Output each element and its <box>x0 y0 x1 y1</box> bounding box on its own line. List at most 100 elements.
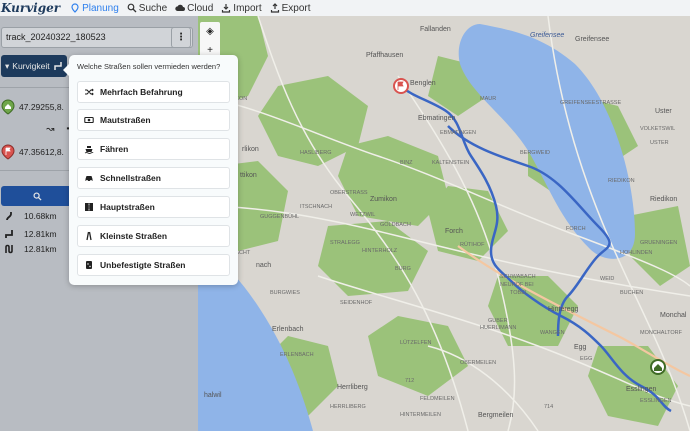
avoid-option-repeat-roads[interactable]: Mehrfach Befahrung <box>77 81 230 103</box>
route-icon <box>5 230 13 238</box>
nav-planung[interactable]: Planung <box>70 3 119 14</box>
map-label: BURGWIES <box>270 290 300 296</box>
map-label: BUCHEN <box>620 290 644 296</box>
map-label: RÜTIHOF <box>460 242 485 248</box>
avoid-option-unpaved-roads[interactable]: Unbefestigte Straßen <box>77 254 230 276</box>
map-label: nach <box>256 262 272 269</box>
more-options-button[interactable]: ⋮ <box>171 27 191 48</box>
map-label: Pfaffhausen <box>366 52 404 59</box>
nav-import[interactable]: Import <box>221 2 262 14</box>
map-canvas[interactable] <box>198 16 690 431</box>
nav-suche-label: Suche <box>138 2 168 14</box>
map-label: BURG <box>395 266 411 272</box>
map-label: TOBEL <box>510 290 528 296</box>
map-label: RIEDIKON <box>608 178 635 184</box>
avoid-roads-popover: Welche Straßen sollen vermieden werden? … <box>63 55 238 285</box>
nav-cloud[interactable]: Cloud <box>175 3 213 14</box>
map-label: MAUR <box>480 96 497 102</box>
map-label: halwil <box>204 392 222 399</box>
map-label: OBERSTRASS <box>330 190 368 196</box>
map-label: SCHWABACH <box>500 274 536 280</box>
map-label: Fallanden <box>420 26 451 33</box>
stat-curvy: 10.68km <box>4 209 57 223</box>
cloud-icon <box>175 4 186 11</box>
chevron-down-icon: ▾ <box>5 60 10 71</box>
map-label: Benglen <box>410 80 436 87</box>
map-label: GUBER <box>488 318 508 324</box>
map-label: VOLKETSWIL <box>640 126 676 132</box>
map-label: Egg <box>574 344 587 351</box>
map-label: KALTENSTEIN <box>432 160 470 166</box>
map-label: 714 <box>544 404 554 410</box>
map-label: Herrliberg <box>337 384 368 391</box>
stat-route: 12.81km <box>4 227 57 241</box>
map-label: GRUENINGEN <box>640 240 678 246</box>
shuffle-icon <box>85 88 94 96</box>
map-label: EBMATINGEN <box>440 130 476 136</box>
map-label: STRALEGG <box>330 240 360 246</box>
stat-curvy-value: 10.68km <box>24 211 57 221</box>
map-label: GUGGENBÜHL <box>260 214 300 220</box>
avoid-option-expressways[interactable]: Schnellstraßen <box>77 167 230 189</box>
route-start-marker[interactable] <box>650 359 666 375</box>
map-label: WEID <box>600 276 615 282</box>
kebab-icon: ⋮ <box>176 32 186 43</box>
map-label: BERGWEID <box>520 150 550 156</box>
nav-suche[interactable]: Suche <box>127 3 167 14</box>
stat-winding-value: 12.81km <box>24 244 57 254</box>
map-label: FELDMEILEN <box>420 396 455 402</box>
home-marker-icon <box>1 99 15 115</box>
popover-title: Welche Straßen sollen vermieden werden? <box>77 62 221 71</box>
curvy-road-icon <box>53 62 62 70</box>
map-label: Uster <box>655 108 672 115</box>
avoid-option-label: Mehrfach Befahrung <box>100 87 183 97</box>
map-label: GOLDBACH <box>380 222 411 228</box>
map-label: OBERMEILEN <box>460 360 497 366</box>
stat-winding: 12.81km <box>4 242 57 256</box>
unpaved-road-icon <box>86 261 92 269</box>
import-icon <box>222 4 231 13</box>
search-route-button[interactable] <box>1 186 73 206</box>
avoid-option-main-roads[interactable]: Hauptstraßen <box>77 196 230 218</box>
avoid-option-ferries[interactable]: Fähren <box>77 138 230 160</box>
map-label: Greifensee <box>575 36 610 43</box>
popover-arrow <box>63 64 69 76</box>
waypoint-start-coords: 47.29255,8. <box>19 102 64 112</box>
map-view[interactable] <box>198 16 690 431</box>
map-label: rlikon <box>242 146 259 153</box>
nav-planung-label: Planung <box>82 2 119 14</box>
map-label: HASLIBERG <box>300 150 332 156</box>
map-label: Forch <box>445 228 463 235</box>
route-mode-button[interactable]: ▾ Kurvigkeit <box>1 55 67 77</box>
avoid-option-toll-roads[interactable]: Mautstraßen <box>77 109 230 131</box>
map-label: Bergmeilen <box>478 412 514 419</box>
route-arrow-icon: ↝ <box>46 124 55 135</box>
route-end-marker[interactable] <box>393 78 409 94</box>
top-navigation: Kurviger Planung Suche Cloud Import Expo… <box>0 0 690 16</box>
map-pin-icon <box>71 3 79 13</box>
avoid-option-label: Unbefestigte Straßen <box>100 260 186 270</box>
app-logo[interactable]: Kurviger <box>1 1 60 15</box>
winding-road-icon <box>5 244 13 254</box>
map-label: ttikon <box>240 172 257 179</box>
avoid-option-smallest-roads[interactable]: Kleinste Straßen <box>77 225 230 247</box>
search-icon <box>127 3 137 13</box>
map-label: FORCH <box>566 226 586 232</box>
avoid-option-label: Hauptstraßen <box>100 202 155 212</box>
map-label: BINZ <box>400 160 413 166</box>
map-label: Hinteregg <box>548 306 579 313</box>
route-mode-label: Kurvigkeit <box>12 61 50 71</box>
map-label: Erlenbach <box>272 326 304 333</box>
map-label: HINTERHOLZ <box>362 248 398 254</box>
curvy-road-icon <box>6 212 12 221</box>
layers-icon[interactable]: ◈ <box>206 26 214 37</box>
avoid-option-label: Fähren <box>100 144 129 154</box>
map-label: Monchal <box>660 312 687 319</box>
waypoint-end-coords: 47.35612,8. <box>19 147 64 157</box>
track-name-input[interactable]: track_20240322_180523 <box>1 27 193 48</box>
nav-export[interactable]: Export <box>270 3 311 14</box>
money-icon <box>84 116 94 124</box>
ferry-icon <box>84 146 94 154</box>
nav-import-label: Import <box>233 2 262 14</box>
avoid-option-label: Schnellstraßen <box>100 173 161 183</box>
